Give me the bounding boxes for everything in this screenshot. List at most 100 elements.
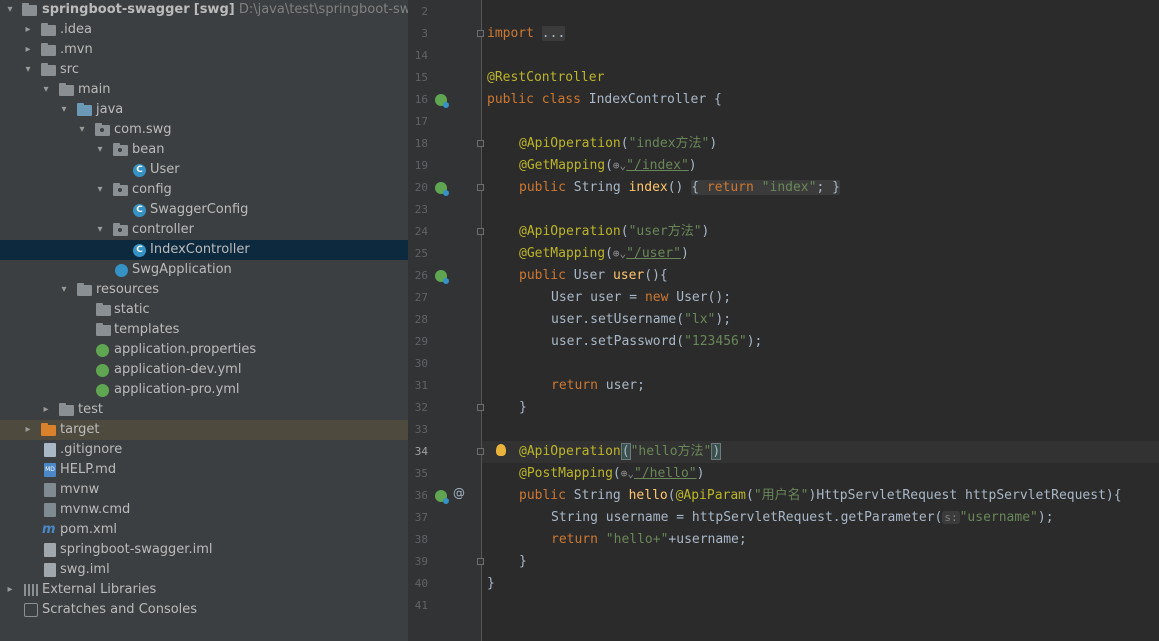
tree-root[interactable]: ▾ springboot-swagger [swg] D:\java\test\… [0, 0, 408, 20]
chevron-down-icon[interactable]: ▾ [76, 120, 88, 140]
tree-item-mvnw-cmd[interactable]: mvnw.cmd [0, 500, 408, 520]
fold-icon[interactable] [477, 30, 484, 37]
folded-imports[interactable]: ... [541, 26, 566, 41]
web-endpoint-icon[interactable]: ⊕⌄ [613, 159, 626, 172]
web-endpoint-icon[interactable]: ⊕⌄ [613, 247, 626, 260]
package-icon [113, 143, 128, 156]
endpoint-link[interactable]: "/index" [626, 158, 689, 173]
tree-item-java[interactable]: ▾ java [0, 100, 408, 120]
code-line-27[interactable]: User user = new User(); [551, 287, 731, 309]
code-line-39[interactable]: } [519, 551, 527, 573]
tree-item-swaggerconfig[interactable]: C SwaggerConfig [0, 200, 408, 220]
tree-item-static[interactable]: static [0, 300, 408, 320]
tree-item-indexcontroller[interactable]: C IndexController [0, 240, 408, 260]
tree-item-templates[interactable]: templates [0, 320, 408, 340]
method-name: user [612, 268, 645, 283]
line-number: 36 [414, 489, 428, 502]
web-endpoint-icon[interactable]: ⊕⌄ [621, 467, 634, 480]
spring-bean-gutter-icon[interactable] [435, 94, 449, 108]
code-line-26[interactable]: public User user(){ [519, 265, 668, 287]
code-line-31[interactable]: return user; [551, 375, 645, 397]
code-line-3[interactable]: import ... [487, 23, 566, 45]
code-line-34[interactable]: @ApiOperation("hello方法") [519, 441, 722, 463]
chevron-down-icon[interactable]: ▾ [94, 180, 106, 200]
code-line-20[interactable]: public String index() { return "index"; … [519, 177, 840, 199]
tree-item-pom-xml[interactable]: m pom.xml [0, 520, 408, 540]
chevron-down-icon[interactable]: ▾ [58, 280, 70, 300]
tree-item-controller[interactable]: ▾ controller [0, 220, 408, 240]
code-line-35[interactable]: @PostMapping(⊕⌄"/hello") [519, 463, 704, 485]
chevron-right-icon[interactable]: ▸ [22, 20, 34, 40]
tree-item-main[interactable]: ▾ main [0, 80, 408, 100]
tree-item-swgapplication[interactable]: SwgApplication [0, 260, 408, 280]
chevron-down-icon[interactable]: ▾ [40, 80, 52, 100]
chevron-right-icon[interactable]: ▸ [22, 40, 34, 60]
line-number: 32 [414, 401, 428, 414]
tree-item-application-dev-yml[interactable]: application-dev.yml [0, 360, 408, 380]
tree-item-idea[interactable]: ▸ .idea [0, 20, 408, 40]
tree-item-label: HELP.md [60, 462, 117, 477]
fold-icon[interactable] [477, 184, 484, 191]
code-line-25[interactable]: @GetMapping(⊕⌄"/user") [519, 243, 689, 265]
code-line-36[interactable]: public String hello(@ApiParam("用户名")Http… [519, 485, 1122, 507]
chevron-right-icon[interactable]: ▸ [40, 400, 52, 420]
code-line-19[interactable]: @GetMapping(⊕⌄"/index") [519, 155, 697, 177]
tree-item-resources[interactable]: ▾ resources [0, 280, 408, 300]
spring-mapping-gutter-icon[interactable] [435, 490, 449, 504]
tree-item-swg-iml[interactable]: swg.iml [0, 560, 408, 580]
tree-item-label: User [150, 162, 180, 177]
chevron-right-icon[interactable]: ▸ [22, 420, 34, 440]
line-number: 31 [414, 379, 428, 392]
tree-item-com-swg[interactable]: ▾ com.swg [0, 120, 408, 140]
brace: { [706, 92, 722, 107]
tree-item-mvnw[interactable]: mvnw [0, 480, 408, 500]
chevron-down-icon[interactable]: ▾ [22, 60, 34, 80]
fold-icon[interactable] [477, 404, 484, 411]
code-line-18[interactable]: @ApiOperation("index方法") [519, 133, 717, 155]
chevron-down-icon[interactable]: ▾ [58, 100, 70, 120]
endpoint-link[interactable]: "/user" [626, 246, 681, 261]
tree-item-external-libraries[interactable]: ▸ External Libraries [0, 580, 408, 600]
tree-item-application-pro-yml[interactable]: application-pro.yml [0, 380, 408, 400]
tree-item-mvn[interactable]: ▸ .mvn [0, 40, 408, 60]
code-line-38[interactable]: return "hello+"+username; [551, 529, 747, 551]
endpoint-link[interactable]: "/hello" [634, 466, 697, 481]
chevron-right-icon[interactable]: ▸ [4, 580, 16, 600]
keyword: public [519, 268, 566, 283]
fold-icon[interactable] [477, 228, 484, 235]
chevron-down-icon[interactable]: ▾ [94, 220, 106, 240]
code-line-16[interactable]: public class IndexController { [487, 89, 722, 111]
code-line-32[interactable]: } [519, 397, 527, 419]
code-line-28[interactable]: user.setUsername("lx"); [551, 309, 731, 331]
tree-item-bean[interactable]: ▾ bean [0, 140, 408, 160]
fold-icon[interactable] [477, 448, 484, 455]
code-line-24[interactable]: @ApiOperation("user方法") [519, 221, 709, 243]
tree-item-config[interactable]: ▾ config [0, 180, 408, 200]
tree-item-label: SwaggerConfig [150, 202, 249, 217]
chevron-down-icon[interactable]: ▾ [94, 140, 106, 160]
tree-item-target[interactable]: ▸ target [0, 420, 408, 440]
code-line-40[interactable]: } [487, 573, 495, 595]
tree-item-test[interactable]: ▸ test [0, 400, 408, 420]
annotation-gutter-icon[interactable]: @ [453, 486, 465, 500]
tree-item-src[interactable]: ▾ src [0, 60, 408, 80]
tree-item-gitignore[interactable]: .gitignore [0, 440, 408, 460]
fold-icon[interactable] [477, 558, 484, 565]
code-line-37[interactable]: String username = httpServletRequest.get… [551, 507, 1054, 529]
tree-item-application-properties[interactable]: application.properties [0, 340, 408, 360]
tree-item-springboot-swagger-iml[interactable]: springboot-swagger.iml [0, 540, 408, 560]
spring-mapping-gutter-icon[interactable] [435, 270, 449, 284]
project-path: D:\java\test\springboot-swagger [238, 2, 408, 17]
code-line-29[interactable]: user.setPassword("123456"); [551, 331, 762, 353]
tree-item-user[interactable]: C User [0, 160, 408, 180]
tree-item-scratches[interactable]: Scratches and Consoles [0, 600, 408, 620]
spring-mapping-gutter-icon[interactable] [435, 182, 449, 196]
code-line-15[interactable]: @RestController [487, 67, 604, 89]
chevron-down-icon[interactable]: ▾ [4, 0, 16, 20]
lightbulb-icon[interactable] [496, 444, 506, 456]
spring-config-icon [96, 384, 109, 397]
tree-item-help-md[interactable]: MD HELP.md [0, 460, 408, 480]
fold-icon[interactable] [477, 140, 484, 147]
folded-body[interactable]: { return "index"; } [691, 180, 840, 195]
class-icon: C [133, 164, 146, 177]
